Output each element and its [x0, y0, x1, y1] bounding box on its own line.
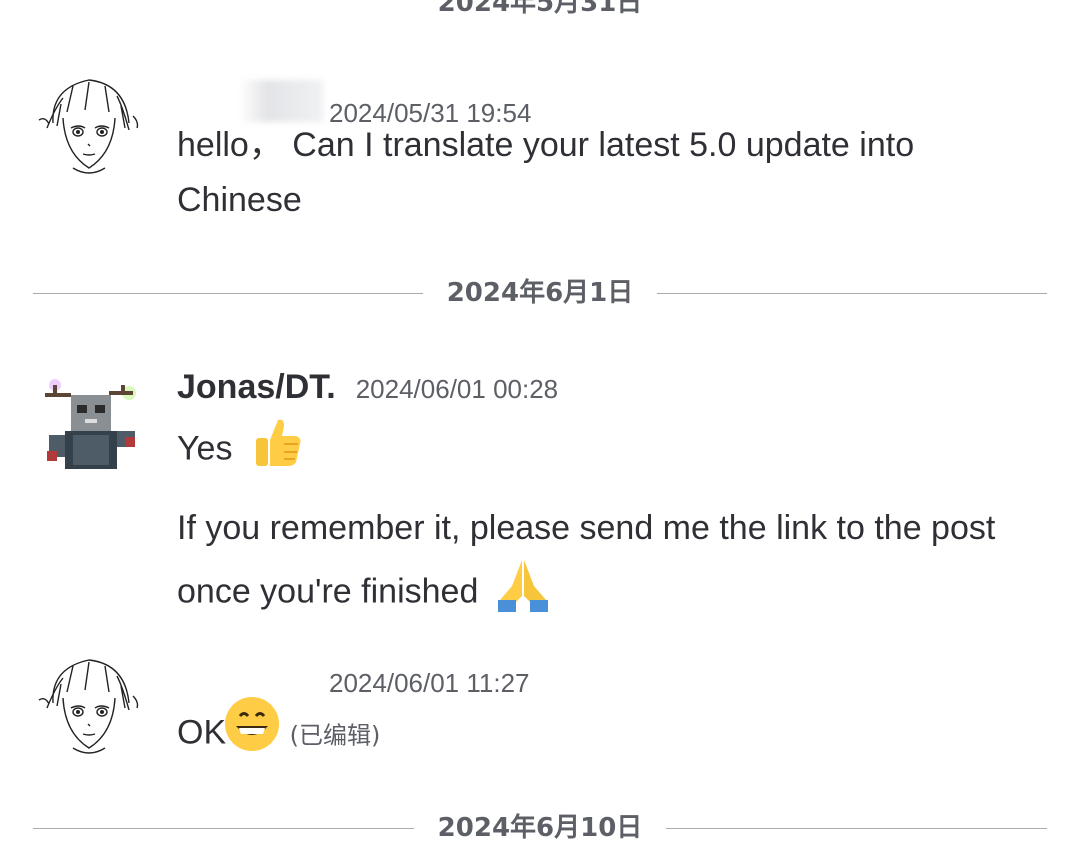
redacted-author-name [183, 80, 323, 122]
message-content: OK (已编辑) [177, 697, 381, 769]
date-divider: 2024年6月10日 [33, 813, 1047, 843]
message-text-line: Chinese [177, 181, 302, 219]
user-avatar[interactable] [33, 68, 145, 180]
message-author[interactable]: Jonas/DT. [177, 368, 336, 407]
message-content: Yes If you remember it, please send me t… [177, 414, 995, 631]
date-divider-label: 2024年5月31日 [413, 0, 667, 18]
thumbs-up-icon [250, 414, 306, 487]
date-divider-label: 2024年6月10日 [413, 813, 667, 843]
message-timestamp: 2024/06/01 11:27 [329, 668, 530, 698]
message-content: hello， Can I translate your latest 5.0 u… [177, 118, 914, 228]
edited-label: (已编辑) [289, 721, 381, 750]
date-divider: 2024年6月1日 [33, 278, 1047, 308]
date-divider: 2024年5月31日 [33, 0, 1047, 18]
date-divider-label: 2024年6月1日 [422, 278, 658, 308]
message-text-line: Yes [177, 429, 233, 468]
message-timestamp: 2024/06/01 00:28 [355, 374, 559, 404]
pixel-skull-antlers-avatar-icon [45, 379, 136, 469]
message-text-line: hello， Can I translate your latest 5.0 u… [177, 126, 915, 164]
anime-sketch-avatar-icon [38, 79, 139, 174]
user-avatar[interactable] [33, 648, 145, 760]
redacted-author-name [183, 662, 323, 692]
message-text-line: OK [177, 713, 227, 752]
grinning-face-icon [224, 696, 280, 769]
anime-sketch-avatar-icon [38, 659, 139, 754]
user-avatar[interactable] [33, 365, 145, 477]
message-text-line: once you're finished [177, 572, 479, 611]
folded-hands-icon [494, 556, 552, 631]
message-text-line: If you remember it, please send me the l… [177, 509, 996, 547]
